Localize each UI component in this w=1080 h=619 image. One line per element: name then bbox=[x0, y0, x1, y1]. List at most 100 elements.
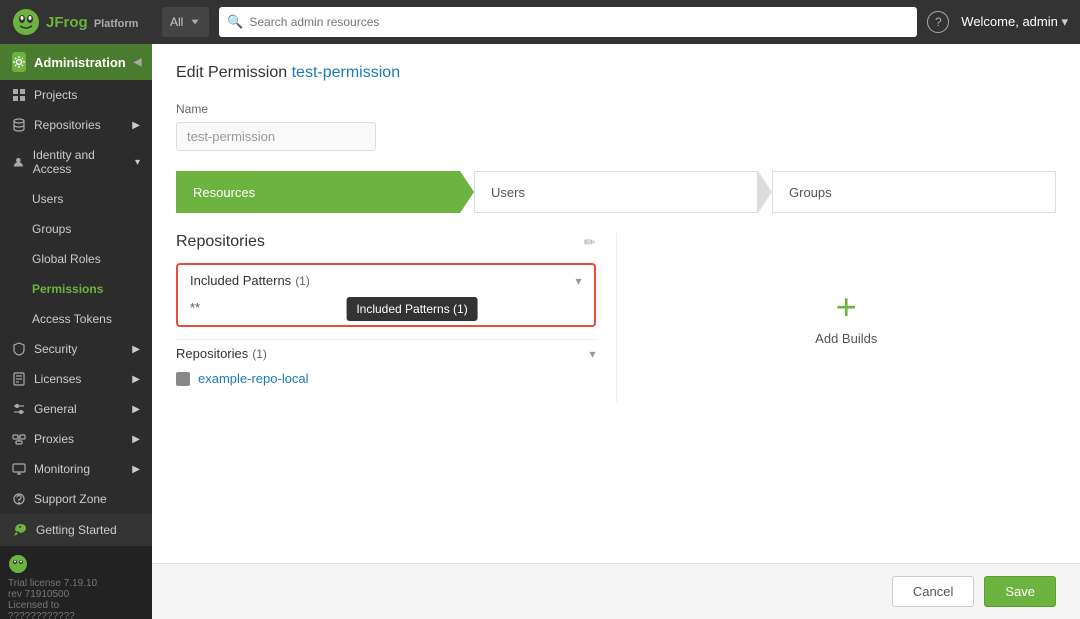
footer: Cancel Save bbox=[152, 563, 1080, 619]
add-builds-label[interactable]: Add Builds bbox=[815, 331, 877, 346]
chevron-down-icon: ▾ bbox=[135, 157, 140, 168]
title-prefix: Edit Permission bbox=[176, 64, 287, 81]
builds-col: + Add Builds bbox=[616, 233, 1057, 402]
search-container: 🔍 bbox=[219, 7, 917, 37]
sidebar-item-label: Groups bbox=[32, 222, 71, 236]
license-icon bbox=[12, 372, 26, 386]
grid-icon bbox=[12, 88, 26, 102]
support-icon bbox=[12, 492, 26, 506]
name-label: Name bbox=[176, 102, 1056, 116]
tab-resources[interactable]: Resources bbox=[176, 171, 460, 213]
tab-resources-label: Resources bbox=[193, 185, 255, 200]
sidebar-item-label: Users bbox=[32, 192, 63, 206]
database-icon bbox=[12, 118, 26, 132]
sidebar-item-label: Projects bbox=[34, 88, 77, 102]
tab-arrow-2 bbox=[758, 171, 772, 213]
repos-subsection: Repositories (1) ▾ example-repo-local bbox=[176, 339, 596, 390]
repos-count: (1) bbox=[252, 347, 267, 361]
help-button[interactable]: ? bbox=[927, 11, 949, 33]
sidebar-item-getting-started[interactable]: Getting Started bbox=[0, 514, 152, 546]
topbar-right: ? Welcome, admin ▾ bbox=[927, 11, 1068, 33]
repositories-title: Repositories ✏ bbox=[176, 233, 596, 251]
repos-subsection-header[interactable]: Repositories (1) ▾ bbox=[176, 339, 596, 367]
sidebar-item-label: Repositories bbox=[34, 118, 101, 132]
patterns-label: Included Patterns bbox=[190, 273, 291, 288]
patterns-header[interactable]: Included Patterns (1) ▾ bbox=[178, 265, 594, 296]
sidebar-item-label: Proxies bbox=[34, 432, 74, 446]
sidebar-item-licenses[interactable]: Licenses ▶ bbox=[0, 364, 152, 394]
sidebar-item-label: General bbox=[34, 402, 77, 416]
patterns-chevron-icon: ▾ bbox=[575, 274, 581, 288]
monitor-icon bbox=[12, 462, 26, 476]
content-main: Edit Permission test-permission Name tes… bbox=[152, 44, 1080, 563]
search-icon: 🔍 bbox=[227, 14, 243, 30]
sliders-icon bbox=[12, 402, 26, 416]
chevron-right-icon: ▶ bbox=[132, 464, 140, 475]
sidebar-item-monitoring[interactable]: Monitoring ▶ bbox=[0, 454, 152, 484]
rocket-icon bbox=[12, 522, 28, 538]
repo-name[interactable]: example-repo-local bbox=[198, 371, 309, 386]
admin-label: Administration bbox=[34, 55, 126, 70]
jfrog-logo-small bbox=[8, 554, 144, 574]
shield-icon bbox=[12, 342, 26, 356]
sidebar: Administration ◀ Projects Repositories ▶… bbox=[0, 44, 152, 619]
license-line3: Licensed to bbox=[8, 600, 144, 611]
sidebar-item-identity[interactable]: Identity and Access ▾ bbox=[0, 140, 152, 184]
logo-platform: Platform bbox=[94, 18, 139, 30]
sidebar-item-proxies[interactable]: Proxies ▶ bbox=[0, 424, 152, 454]
name-input[interactable]: test-permission bbox=[176, 122, 376, 151]
sidebar-item-projects[interactable]: Projects bbox=[0, 80, 152, 110]
sidebar-item-label: Monitoring bbox=[34, 462, 90, 476]
save-button[interactable]: Save bbox=[984, 576, 1056, 607]
sidebar-item-label: Security bbox=[34, 342, 77, 356]
admin-header: Administration ◀ bbox=[0, 44, 152, 80]
user-icon bbox=[12, 155, 25, 169]
sidebar-item-general[interactable]: General ▶ bbox=[0, 394, 152, 424]
search-input[interactable] bbox=[219, 7, 917, 37]
getting-started-label: Getting Started bbox=[36, 523, 117, 537]
repos-chevron-icon: ▾ bbox=[589, 347, 595, 361]
sidebar-item-global-roles[interactable]: Global Roles bbox=[0, 244, 152, 274]
sidebar-item-label: Licenses bbox=[34, 372, 81, 386]
tooltip: Included Patterns (1) bbox=[346, 297, 477, 321]
sidebar-item-label: Access Tokens bbox=[32, 312, 112, 326]
tab-groups[interactable]: Groups bbox=[772, 171, 1056, 213]
chevron-right-icon: ▶ bbox=[132, 374, 140, 385]
main-layout: Administration ◀ Projects Repositories ▶… bbox=[0, 44, 1080, 619]
sidebar-item-security[interactable]: Security ▶ bbox=[0, 334, 152, 364]
included-patterns-box: Included Patterns (1) ▾ ** Included Patt… bbox=[176, 263, 596, 327]
license-line2: rev 71910500 bbox=[8, 589, 144, 600]
name-field-group: Name test-permission bbox=[176, 102, 1056, 151]
logo-jfrog: JFrog bbox=[46, 14, 88, 31]
sidebar-item-permissions[interactable]: Permissions bbox=[0, 274, 152, 304]
sidebar-item-support-zone[interactable]: Support Zone bbox=[0, 484, 152, 514]
sidebar-collapse-btn[interactable]: ◀ bbox=[134, 57, 142, 68]
sidebar-item-users[interactable]: Users bbox=[0, 184, 152, 214]
add-builds-section: + Add Builds bbox=[775, 249, 917, 386]
add-builds-plus-icon[interactable]: + bbox=[836, 289, 857, 325]
license-line1: Trial license 7.19.10 bbox=[8, 578, 144, 589]
sidebar-item-groups[interactable]: Groups bbox=[0, 214, 152, 244]
sidebar-item-label: Support Zone bbox=[34, 492, 107, 506]
tab-users-label: Users bbox=[491, 185, 525, 200]
sidebar-item-label: Global Roles bbox=[32, 252, 101, 266]
chevron-down-icon bbox=[189, 16, 201, 28]
filter-dropdown[interactable]: All bbox=[162, 7, 209, 37]
sidebar-item-access-tokens[interactable]: Access Tokens bbox=[0, 304, 152, 334]
license-line4: ???????????? bbox=[8, 611, 144, 619]
tab-groups-label: Groups bbox=[789, 185, 832, 200]
cancel-button[interactable]: Cancel bbox=[892, 576, 974, 607]
filter-label: All bbox=[170, 15, 183, 29]
page-title: Edit Permission test-permission bbox=[176, 64, 1056, 82]
pattern-value: ** bbox=[190, 300, 200, 315]
repositories-col: Repositories ✏ Included Patterns (1) ▾ *… bbox=[176, 233, 616, 402]
two-col-layout: Repositories ✏ Included Patterns (1) ▾ *… bbox=[176, 233, 1056, 402]
tab-arrow-1 bbox=[460, 171, 474, 213]
permission-name: test-permission bbox=[292, 64, 400, 81]
patterns-count: (1) bbox=[295, 274, 310, 288]
welcome-text[interactable]: Welcome, admin ▾ bbox=[961, 14, 1068, 30]
sidebar-item-repositories[interactable]: Repositories ▶ bbox=[0, 110, 152, 140]
chevron-right-icon: ▶ bbox=[132, 344, 140, 355]
tab-users[interactable]: Users bbox=[474, 171, 758, 213]
edit-button[interactable]: ✏ bbox=[584, 234, 596, 251]
